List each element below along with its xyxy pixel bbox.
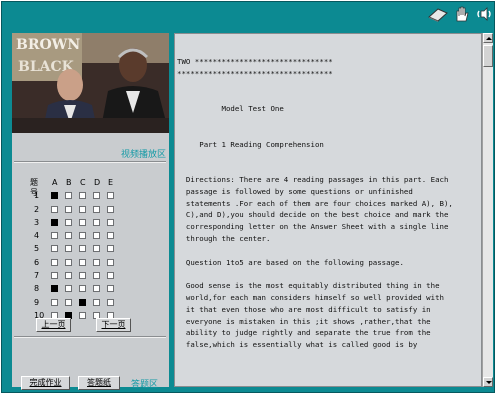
answer-checkbox-b[interactable] xyxy=(65,232,72,240)
scroll-thumb[interactable] xyxy=(483,45,493,67)
option-header-b: B xyxy=(66,178,72,187)
question-number: 1 xyxy=(34,191,40,201)
answer-checkbox-b[interactable] xyxy=(65,218,72,226)
answer-checkbox-b[interactable] xyxy=(65,245,72,253)
question-number: 8 xyxy=(34,284,40,294)
question-number: 2 xyxy=(34,204,40,214)
answer-checkbox-d[interactable] xyxy=(93,192,100,200)
answer-checkbox-d[interactable] xyxy=(93,232,100,240)
arrow-up-icon xyxy=(486,37,492,40)
answer-checkbox-b[interactable] xyxy=(65,272,72,280)
answer-checkbox-c[interactable] xyxy=(79,285,86,293)
question-number: 9 xyxy=(34,297,40,307)
answer-checkbox-d[interactable] xyxy=(93,285,100,293)
answer-checkbox-b[interactable] xyxy=(65,285,72,293)
scroll-down-button[interactable] xyxy=(483,377,493,387)
answer-checkbox-a[interactable] xyxy=(51,258,58,266)
scroll-up-button[interactable] xyxy=(483,33,493,43)
answer-checkbox-a[interactable] xyxy=(51,245,58,253)
next-page-button[interactable]: 下一页 xyxy=(96,318,131,332)
answer-checkbox-c[interactable] xyxy=(79,232,86,240)
answer-checkbox-c[interactable] xyxy=(79,218,86,226)
answer-checkbox-c[interactable] xyxy=(79,311,86,319)
answer-checkbox-c[interactable] xyxy=(79,298,86,306)
question-number: 3 xyxy=(34,217,40,227)
answer-checkbox-e[interactable] xyxy=(107,192,114,200)
question-number: 4 xyxy=(34,231,40,241)
answer-checkbox-b[interactable] xyxy=(65,205,72,213)
reading-text: TWO ******************************* ****… xyxy=(177,57,453,350)
answer-checkbox-e[interactable] xyxy=(107,205,114,213)
vertical-scrollbar[interactable] xyxy=(482,33,493,387)
finish-homework-button[interactable]: 完成作业 xyxy=(21,376,70,390)
divider xyxy=(14,161,166,163)
answer-checkbox-d[interactable] xyxy=(93,298,100,306)
video-player[interactable]: BROWN BLACK xyxy=(12,33,169,133)
answer-area-label: 答题区 xyxy=(131,380,159,390)
answer-checkbox-a[interactable] xyxy=(51,205,58,213)
answer-checkbox-c[interactable] xyxy=(79,192,86,200)
answer-checkbox-c[interactable] xyxy=(79,205,86,213)
option-header-e: E xyxy=(108,178,114,187)
answer-checkbox-e[interactable] xyxy=(107,245,114,253)
divider xyxy=(14,336,166,338)
answer-card-button[interactable]: 答题纸 xyxy=(78,376,120,390)
prev-page-button[interactable]: 上一页 xyxy=(36,318,71,332)
arrow-down-icon xyxy=(486,381,492,384)
question-number: 5 xyxy=(34,244,40,254)
answer-checkbox-d[interactable] xyxy=(93,272,100,280)
answer-checkbox-e[interactable] xyxy=(107,258,114,266)
answer-checkbox-e[interactable] xyxy=(107,298,114,306)
question-number: 7 xyxy=(34,271,40,281)
answer-checkbox-a[interactable] xyxy=(51,218,58,226)
answer-checkbox-d[interactable] xyxy=(93,218,100,226)
option-header-c: C xyxy=(80,178,86,187)
answer-checkbox-c[interactable] xyxy=(79,258,86,266)
answer-checkbox-c[interactable] xyxy=(79,245,86,253)
answer-checkbox-b[interactable] xyxy=(65,298,72,306)
answer-checkbox-e[interactable] xyxy=(107,272,114,280)
answer-checkbox-a[interactable] xyxy=(51,298,58,306)
eraser-icon[interactable] xyxy=(427,5,449,23)
question-number: 6 xyxy=(34,257,40,267)
reading-pane[interactable]: TWO ******************************* ****… xyxy=(174,33,482,387)
answer-checkbox-e[interactable] xyxy=(107,232,114,240)
video-area-label: 视频播放区 xyxy=(120,150,166,160)
answer-checkbox-b[interactable] xyxy=(65,192,72,200)
answer-checkbox-a[interactable] xyxy=(51,285,58,293)
answer-checkbox-c[interactable] xyxy=(79,272,86,280)
answer-checkbox-a[interactable] xyxy=(51,232,58,240)
video-frame: BROWN BLACK xyxy=(12,33,169,133)
option-header-d: D xyxy=(94,178,101,187)
speaker-icon[interactable] xyxy=(474,5,496,23)
answer-checkbox-d[interactable] xyxy=(93,205,100,213)
hand-icon[interactable] xyxy=(451,5,473,23)
answer-checkbox-e[interactable] xyxy=(107,218,114,226)
answer-checkbox-b[interactable] xyxy=(65,258,72,266)
video-banner-text: BROWN xyxy=(16,37,80,53)
answer-checkbox-d[interactable] xyxy=(93,245,100,253)
answer-checkbox-a[interactable] xyxy=(51,192,58,200)
answer-checkbox-a[interactable] xyxy=(51,272,58,280)
answer-checkbox-d[interactable] xyxy=(93,258,100,266)
option-header-a: A xyxy=(52,178,58,187)
answer-checkbox-e[interactable] xyxy=(107,285,114,293)
